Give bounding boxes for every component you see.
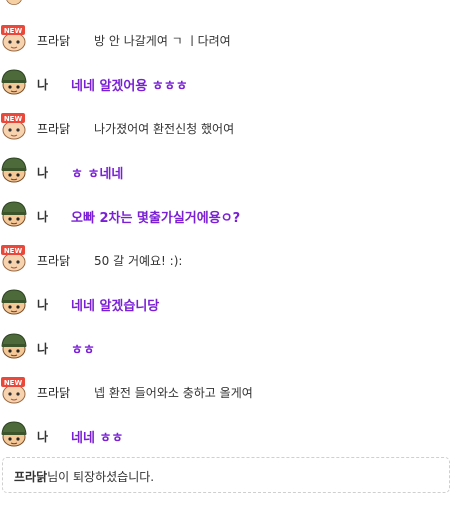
soldier-avatar-icon bbox=[1, 333, 27, 359]
my-message-row: 나 네네 알겠습니당 bbox=[0, 288, 452, 318]
message-text: 나가졌어여 환전신청 했어여 bbox=[94, 122, 235, 136]
message-text: 네네 알겠어용 ㅎㅎㅎ bbox=[71, 79, 188, 94]
sender-name: 프라닭 bbox=[37, 386, 71, 400]
my-message-row: 나 오빠 2차는 몇출가실거에용ㅇ? bbox=[0, 200, 452, 230]
my-message-row: 나 네네 ㅎㅎ bbox=[0, 420, 452, 450]
leave-notice-text: 프라닭님이 퇴장하셨습니다. bbox=[14, 468, 154, 485]
notice-user: 프라닭 bbox=[14, 470, 48, 484]
other-message-row: NEW 프라닭 넵 환전 들어와소 충하고 올게여 bbox=[0, 376, 452, 406]
message-text: ㅎ ㅎ네네 bbox=[71, 167, 124, 182]
my-message-row: 나 네네 알겠어용 ㅎㅎㅎ bbox=[0, 68, 452, 98]
other-message-row: NEW 프라닭 50 갈 거예요! :): bbox=[0, 244, 452, 274]
sender-name: 프라닭 bbox=[37, 122, 71, 136]
my-message-row: 나 ㅎㅎ bbox=[0, 332, 452, 362]
new-user-avatar-icon: NEW bbox=[1, 245, 26, 272]
new-badge-label: NEW bbox=[4, 247, 23, 255]
new-user-avatar-icon: NEW bbox=[1, 377, 26, 404]
other-message-row: NEW 프라닭 방 안 나갈게여 ㄱ ㅣ다려여 bbox=[0, 24, 452, 54]
new-badge-label: NEW bbox=[4, 27, 23, 35]
soldier-avatar-icon bbox=[1, 157, 27, 183]
leave-notice: 프라닭님이 퇴장하셨습니다. bbox=[2, 457, 450, 493]
soldier-avatar-icon bbox=[1, 421, 27, 447]
soldier-avatar-icon bbox=[1, 69, 27, 95]
other-message-row: NEW 프라닭 나가졌어여 환전신청 했어여 bbox=[0, 112, 452, 142]
sender-name: 나 bbox=[37, 342, 49, 356]
new-badge-label: NEW bbox=[4, 379, 23, 387]
sender-name: 나 bbox=[37, 298, 49, 312]
sender-name: 프라닭 bbox=[37, 254, 71, 268]
sender-name: 프라닭 bbox=[37, 34, 71, 48]
notice-message: 님이 퇴장하셨습니다. bbox=[47, 470, 155, 484]
soldier-avatar-icon bbox=[1, 289, 27, 315]
message-text: 방 안 나갈게여 ㄱ ㅣ다려여 bbox=[94, 34, 231, 48]
sender-name: 나 bbox=[37, 430, 49, 444]
message-text: 오빠 2차는 몇출가실거에용ㅇ? bbox=[71, 211, 241, 226]
message-text: 네네 ㅎㅎ bbox=[71, 431, 124, 446]
sender-name: 나 bbox=[37, 78, 49, 92]
message-text: 네네 알겠습니당 bbox=[71, 299, 160, 314]
message-text: ㅎㅎ bbox=[71, 343, 95, 358]
partial-avatar-top bbox=[6, 0, 22, 5]
sender-name: 나 bbox=[37, 166, 49, 180]
new-user-avatar-icon: NEW bbox=[1, 25, 26, 52]
message-text: 50 갈 거예요! :): bbox=[94, 254, 183, 268]
new-badge-label: NEW bbox=[4, 115, 23, 123]
sender-name: 나 bbox=[37, 210, 49, 224]
new-user-avatar-icon: NEW bbox=[1, 113, 26, 140]
soldier-avatar-icon bbox=[1, 201, 27, 227]
my-message-row: 나 ㅎ ㅎ네네 bbox=[0, 156, 452, 186]
message-text: 넵 환전 들어와소 충하고 올게여 bbox=[94, 386, 253, 400]
